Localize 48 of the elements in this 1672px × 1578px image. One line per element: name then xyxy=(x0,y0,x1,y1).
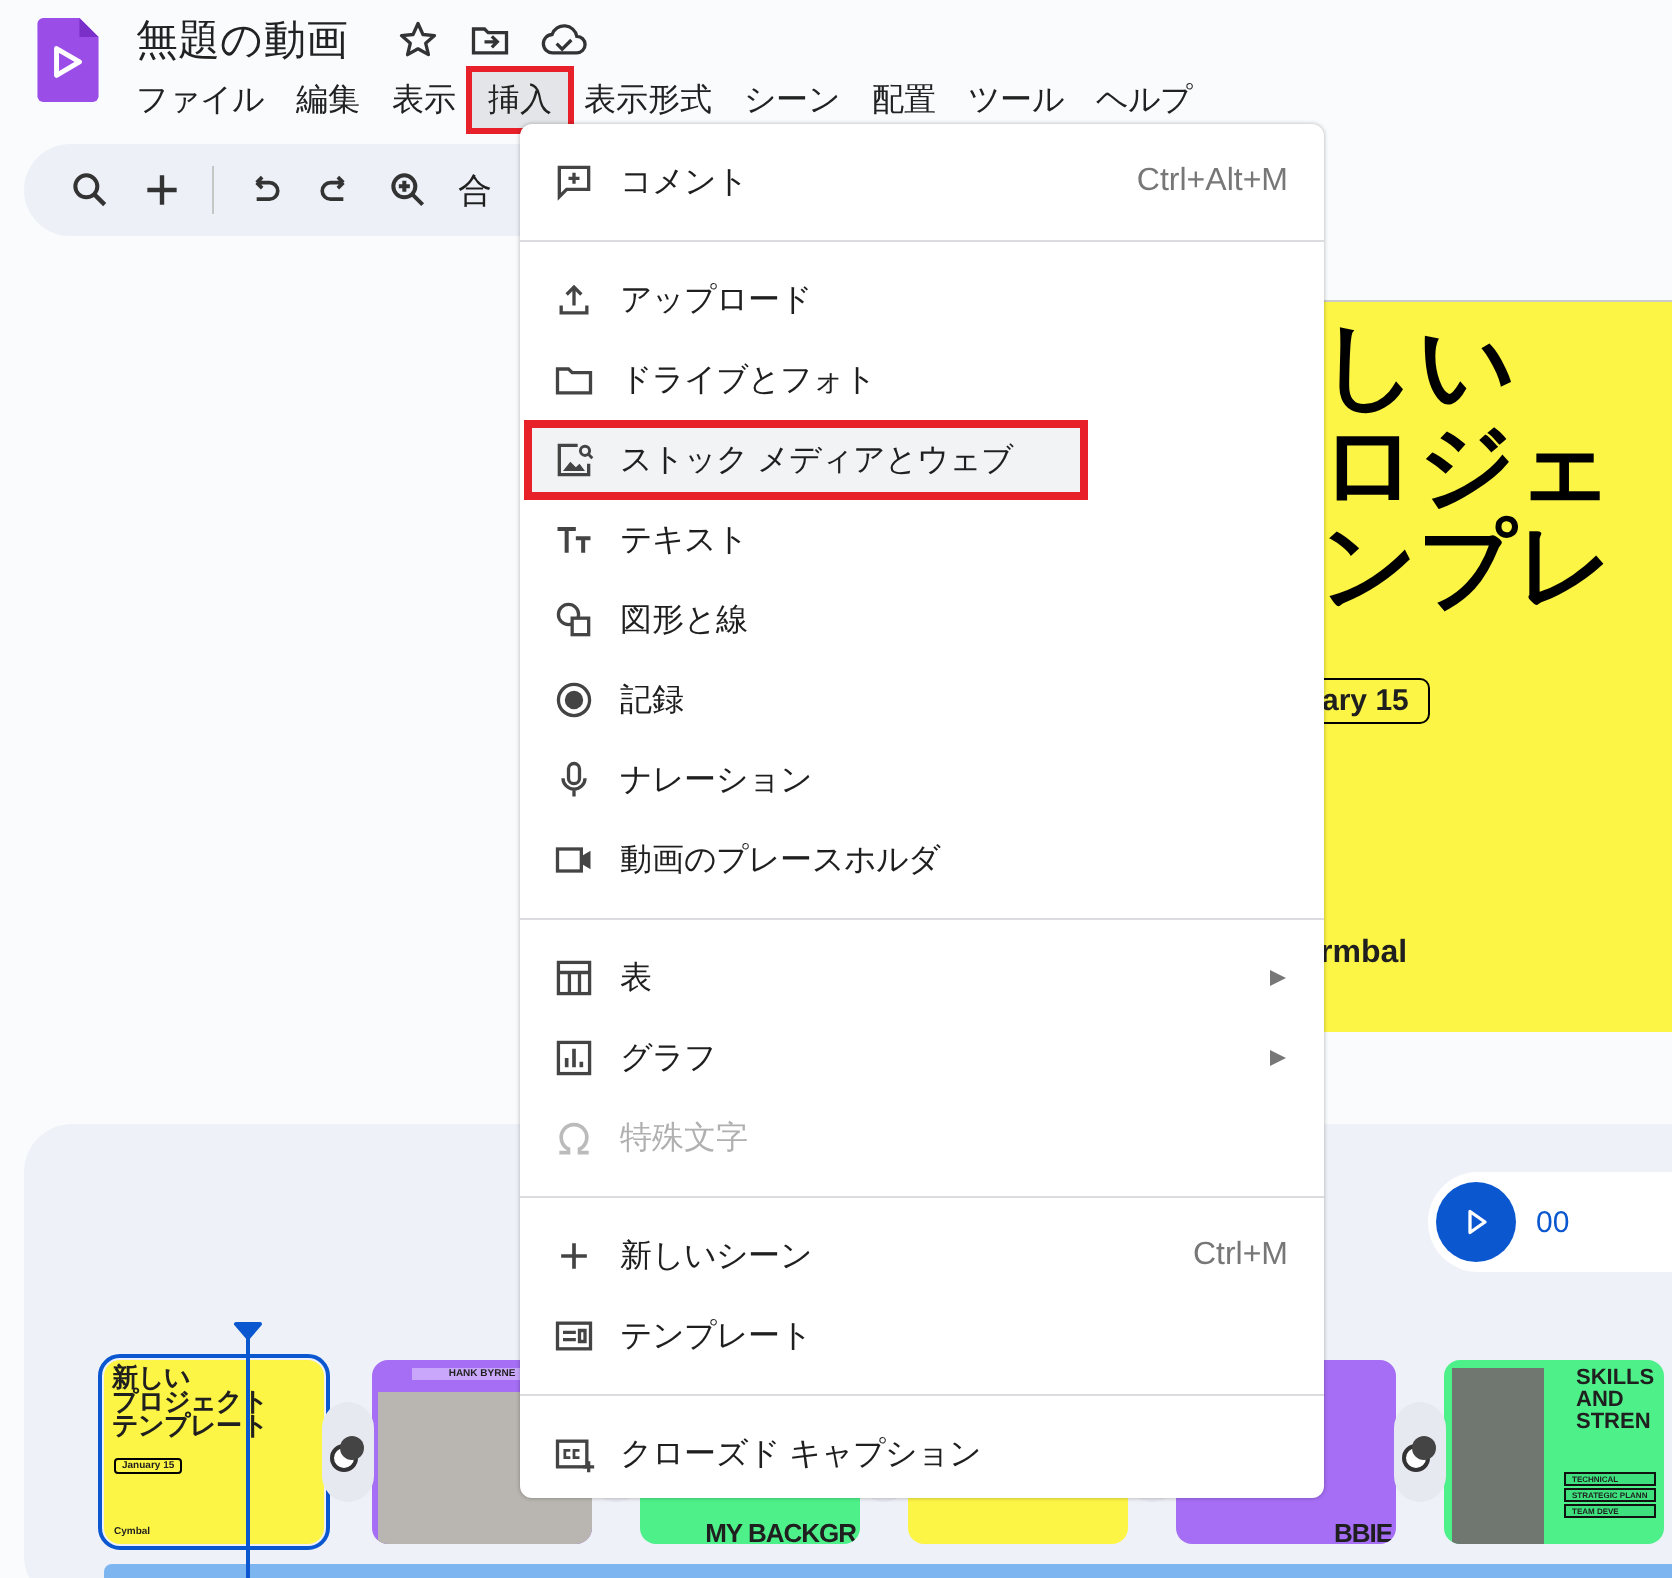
menu-item[interactable]: ストック メディアとウェブ xyxy=(524,420,1088,500)
menu-item[interactable]: グラフ xyxy=(520,1018,1324,1098)
record-icon xyxy=(552,678,596,722)
transition-icon[interactable] xyxy=(1394,1402,1446,1502)
menu-item[interactable]: 表 xyxy=(520,938,1324,1018)
menu-item[interactable]: 図形と線 xyxy=(520,580,1324,660)
toolbar-label[interactable]: 合 xyxy=(458,167,492,213)
thumbnail-heading: SKILLS AND STREN xyxy=(1576,1368,1657,1434)
thumbnail-title: プロジェクト xyxy=(112,1390,270,1414)
shortcut-text: Ctrl+M xyxy=(1192,1238,1288,1274)
shapes-icon xyxy=(552,598,596,642)
play-button[interactable] xyxy=(1436,1182,1516,1262)
star-icon[interactable] xyxy=(396,18,440,62)
slide-title-line: しい xyxy=(1320,318,1518,418)
thumbnail-caption: BBIE xyxy=(1333,1522,1392,1544)
menu-item[interactable]: ドライブとフォト xyxy=(520,340,1324,420)
table-icon xyxy=(552,956,596,1000)
menu-item[interactable]: ツール xyxy=(952,72,1080,128)
playback-time: 00 xyxy=(1536,1205,1570,1239)
slide-brand-text: rmbal xyxy=(1320,936,1410,972)
zoom-in-icon[interactable] xyxy=(386,168,430,212)
comment-icon xyxy=(552,160,596,204)
menu-item[interactable]: シーン xyxy=(728,72,856,128)
document-title[interactable]: 無題の動画 xyxy=(136,12,348,68)
menu-item[interactable]: 表示形式 xyxy=(568,72,728,128)
menu-item[interactable]: ファイル xyxy=(120,72,280,128)
shortcut-text: Ctrl+Alt+M xyxy=(1136,164,1288,200)
menu-item[interactable]: テキスト xyxy=(520,500,1324,580)
app-logo-icon[interactable] xyxy=(36,18,100,102)
menu-item[interactable]: コメント Ctrl+Alt+M xyxy=(520,142,1324,222)
thumbnail-caption: MY BACKGR xyxy=(705,1522,856,1544)
thumbnail-title: 新しい xyxy=(112,1366,192,1390)
menu-item[interactable]: ヘルプ xyxy=(1080,72,1208,128)
menu-item[interactable]: アップロード xyxy=(520,260,1324,340)
search-icon[interactable] xyxy=(68,168,112,212)
menu-item[interactable]: 配置 xyxy=(856,72,952,128)
menu-item[interactable]: 表示 xyxy=(376,72,472,128)
chart-icon xyxy=(552,1036,596,1080)
thumbnail-title: テンプレート xyxy=(112,1414,270,1438)
slide-title-line: ロジェ xyxy=(1320,418,1616,518)
menu-item[interactable]: 新しいシーン Ctrl+M xyxy=(520,1216,1324,1296)
stock-icon xyxy=(552,438,596,482)
transition-icon[interactable] xyxy=(322,1402,374,1502)
menu-item[interactable]: 動画のプレースホルダ xyxy=(520,820,1324,900)
menu-item[interactable]: ナレーション xyxy=(520,740,1324,820)
menu-item[interactable]: 挿入 xyxy=(472,72,568,128)
slide-title-line: ンプレ xyxy=(1320,518,1616,618)
menu-item[interactable]: 編集 xyxy=(280,72,376,128)
